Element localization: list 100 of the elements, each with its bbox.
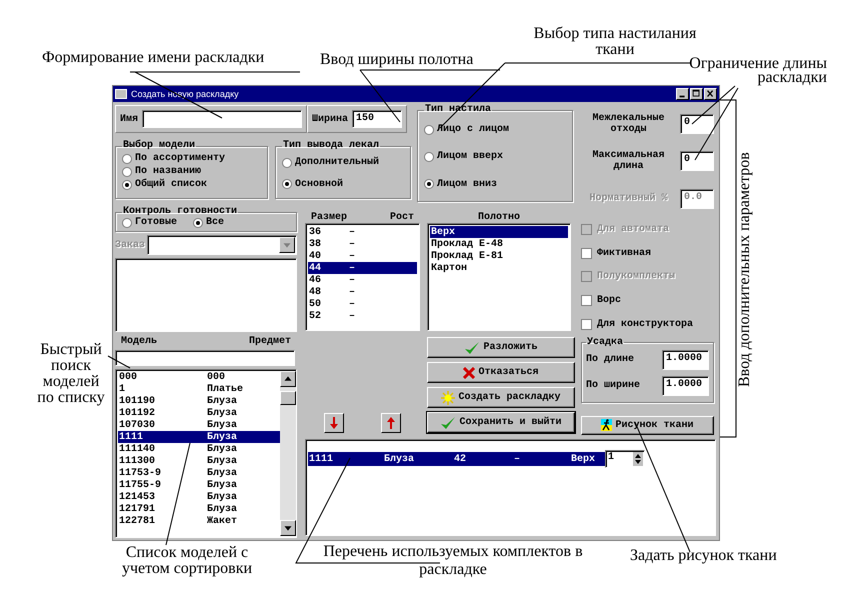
radio-button[interactable]: Дополнительный [282,157,404,168]
leader-line [108,356,130,368]
radio-dot[interactable] [193,218,204,228]
search-field[interactable] [115,350,295,366]
radio-dot[interactable] [282,158,292,168]
size-row[interactable]: 50 – [308,298,417,310]
width-label: Ширина [312,114,348,124]
radio-button[interactable]: Лицом вверх [424,151,566,162]
fabric-row[interactable]: Проклад Е-81 [430,250,568,262]
radio-dot[interactable] [282,179,292,190]
model-row[interactable]: 1111 Блуза [118,431,280,443]
fabric-row[interactable]: Проклад Е-48 [430,238,568,250]
column-header: Модель [121,336,158,346]
field-label: По ширине [586,380,642,392]
checkbox[interactable]: Для конструктора [581,314,714,335]
radio-button[interactable]: По ассортименту [122,153,261,164]
annotation-label: Ввод ширины полотна [320,52,474,68]
name-label: Имя [120,114,138,124]
model-row[interactable]: 000 000 [118,371,280,383]
radio-dot[interactable] [122,154,132,164]
count-spinner[interactable]: 1 [605,450,645,468]
column-header: Предмет [248,336,291,346]
fabric-row[interactable]: Верх [430,226,568,238]
move-down-button[interactable] [324,413,344,433]
model-row[interactable]: 101190 Блуза [118,395,280,407]
radio-button[interactable]: Общий список [122,179,261,190]
scrollbar[interactable] [280,371,296,536]
column-header: Размер [311,212,348,222]
model-row[interactable]: 122781 Жакет [118,515,280,527]
field-label: Нормативный % [588,193,668,204]
window-title: Создать новую раскладку [131,89,240,99]
radio-button[interactable]: Все [193,217,224,228]
minimize-icon[interactable] [676,88,689,100]
spinner-arrows-icon[interactable] [633,452,643,466]
action-button[interactable]: Сохранить и выйти [427,412,575,433]
size-row[interactable]: 38 – [308,238,417,250]
annotation-label: Перечень используемых комплектов в раскладке [322,543,584,579]
checkbox[interactable]: Фиктивная [581,242,714,264]
dropdown-icon[interactable] [279,237,295,253]
layout-item-row[interactable]: 1111 Блуза 42 – Верх [308,452,605,466]
checkbox[interactable]: Ворс [581,290,714,312]
size-row[interactable]: 52 – [308,310,417,322]
down-arrow-icon [330,417,338,429]
sun-icon [441,390,456,404]
scroll-thumb[interactable] [280,391,296,405]
radio-dot[interactable] [424,152,434,162]
shrinkage-field[interactable]: 1.0000 [662,350,709,370]
model-row[interactable]: 121791 Блуза [118,503,280,515]
scroll-up-icon[interactable] [280,371,296,387]
radio-dot[interactable] [424,179,434,190]
check-icon [440,416,456,430]
size-row[interactable]: 48 – [308,286,417,298]
model-row[interactable]: 121453 Блуза [118,491,280,503]
action-button[interactable]: Разложить [427,337,575,358]
size-row[interactable]: 36 – [308,226,417,238]
cross-icon [463,366,476,378]
annotation-label: Формирование имени раскладки [42,50,264,66]
order-label: Заказ [115,240,146,250]
close-icon[interactable] [704,88,717,100]
model-row[interactable]: 1 Платье [118,383,280,395]
width-field[interactable]: 150 [352,110,402,128]
radio-dot[interactable] [122,166,132,176]
radio-button[interactable]: Основной [282,178,404,190]
annotation-label: Быстрый поиск моделей по списку [36,342,106,406]
field-label: Межлекальные отходы [591,113,666,136]
name-field[interactable] [142,110,302,128]
model-row[interactable]: 107030 Блуза [118,419,280,431]
radio-dot[interactable] [424,124,434,135]
param-field[interactable]: 0 [680,114,714,134]
order-combo[interactable] [147,235,297,255]
model-row[interactable]: 111300 Блуза [118,455,280,467]
radio-button[interactable]: Лицо с лицом [424,124,566,136]
size-row[interactable]: 40 – [308,250,417,262]
radio-button[interactable]: Готовые [122,217,178,228]
field-label: Максимальная длина [591,150,666,172]
model-row[interactable]: 11753-9 Блуза [118,467,280,479]
radio-button[interactable]: По названию [122,166,261,177]
shrinkage-field[interactable]: 1.0000 [662,376,709,396]
maximize-icon[interactable] [690,88,703,100]
scroll-down-icon[interactable] [280,520,296,536]
model-row[interactable]: 11755-9 Блуза [118,479,280,491]
fabric-row[interactable]: Картон [430,262,568,274]
action-button[interactable]: Отказаться [427,362,575,383]
figure-icon [601,419,612,432]
radio-dot[interactable] [122,180,132,190]
group-title: Усадка [586,338,624,348]
radio-dot[interactable] [122,218,132,228]
model-row[interactable]: 101192 Блуза [118,407,280,419]
up-arrow-icon [387,417,396,429]
size-row[interactable]: 46 – [308,274,417,286]
annotation-label: Задать рисунок ткани [630,548,777,564]
annotation-label: Ввод дополнительных параметров [737,152,753,390]
size-row[interactable]: 44 – [308,262,417,274]
radio-button[interactable]: Лицом вниз [424,178,566,190]
annotation-label: Список моделей с учетом сортировки [120,545,254,577]
model-row[interactable]: 111140 Блуза [118,443,280,455]
move-up-button[interactable] [381,413,402,433]
window-icon [115,89,127,99]
action-button[interactable]: Создать раскладку [427,387,575,408]
param-field[interactable]: 0 [680,151,714,172]
